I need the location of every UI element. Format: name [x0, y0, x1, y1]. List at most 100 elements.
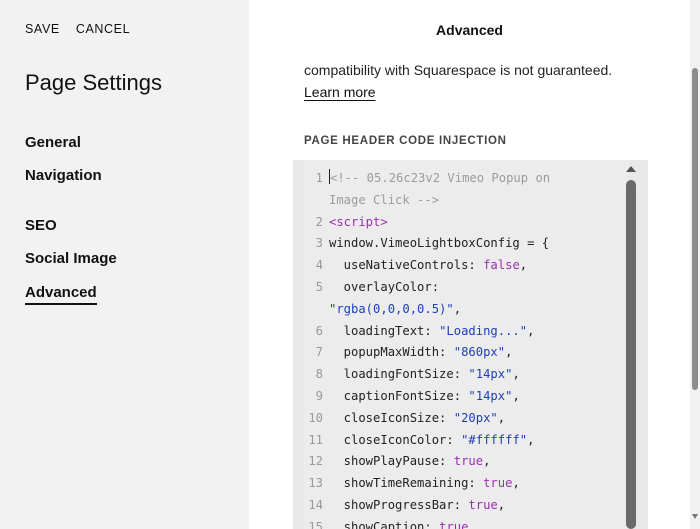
- save-button[interactable]: SAVE: [25, 22, 60, 36]
- line-content: loadingText: "Loading...",: [329, 321, 535, 343]
- line-content: showPlayPause: true,: [329, 451, 491, 473]
- compatibility-note: compatibility with Squarespace is not gu…: [304, 62, 613, 78]
- code-line: 5 overlayColor:: [304, 277, 550, 299]
- scroll-up-arrow-icon[interactable]: [626, 166, 636, 172]
- line-content: showProgressBar: true,: [329, 495, 505, 517]
- code-line: 1 <!-- 05.26c23v2 Vimeo Popup on: [304, 168, 550, 190]
- code-line: 6 loadingText: "Loading...",: [304, 321, 550, 343]
- line-content: "rgba(0,0,0,0.5)",: [329, 299, 461, 321]
- line-number: 4: [315, 258, 323, 273]
- page-scrollbar[interactable]: [690, 0, 700, 529]
- line-content: popupMaxWidth: "860px",: [329, 342, 513, 364]
- nav-item-social-image[interactable]: Social Image: [25, 250, 117, 267]
- nav-item-seo[interactable]: SEO: [25, 217, 57, 234]
- line-number: 2: [315, 214, 323, 229]
- code-token: ,: [519, 258, 528, 273]
- learn-more-link[interactable]: Learn more: [304, 84, 376, 100]
- page-scroll-thumb[interactable]: [692, 68, 698, 390]
- code-line: "rgba(0,0,0,0.5)",: [304, 299, 550, 321]
- code-token: true: [439, 519, 469, 529]
- line-number: 7: [315, 345, 323, 360]
- code-token: loadingText:: [329, 323, 440, 338]
- code-token: closeIconSize:: [329, 410, 454, 425]
- code-line: 2 <script>: [304, 212, 550, 234]
- nav-item-general[interactable]: General: [25, 134, 81, 151]
- code-injection-label: PAGE HEADER CODE INJECTION: [304, 135, 507, 147]
- code-token: true: [453, 454, 484, 469]
- code-token: "14px": [468, 367, 513, 382]
- code-token: closeIconColor:: [329, 432, 462, 447]
- code-line: 10 closeIconSize: "20px",: [304, 408, 550, 430]
- code-token: loadingFontSize:: [329, 367, 469, 382]
- line-number: 11: [308, 432, 323, 447]
- line-number: 13: [308, 476, 323, 491]
- code-lines: 1 <!-- 05.26c23v2 Vimeo Popup on Image Cli…: [304, 168, 550, 529]
- code-line: 9 captionFontSize: "14px",: [304, 386, 550, 408]
- code-token: ,: [512, 367, 520, 382]
- code-token: showCaption:: [329, 519, 440, 529]
- line-content: closeIconSize: "20px",: [329, 408, 505, 430]
- line-content: captionFontSize: "14px",: [329, 386, 520, 408]
- code-line: 13 showTimeRemaining: true,: [304, 473, 550, 495]
- code-line: 11 closeIconColor: "#ffffff",: [304, 430, 550, 452]
- code-token: <!-- 05.26c23v2 Vimeo Popup on: [330, 171, 551, 185]
- line-content: <script>: [329, 212, 388, 234]
- code-token: ,: [453, 301, 462, 316]
- code-editor-body[interactable]: 1 <!-- 05.26c23v2 Vimeo Popup on Image Cli…: [304, 160, 629, 529]
- code-line: 8 loadingFontSize: "14px",: [304, 364, 550, 386]
- code-token: Image Click -->: [329, 192, 440, 207]
- line-content: loadingFontSize: "14px",: [329, 364, 520, 386]
- nav-item-advanced[interactable]: Advanced: [25, 284, 97, 305]
- line-number: 6: [315, 323, 323, 338]
- code-token: showTimeRemaining:: [329, 476, 484, 491]
- code-line: Image Click -->: [304, 190, 550, 212]
- code-line: 3 window.VimeoLightboxConfig = {: [304, 233, 550, 255]
- code-token: ,: [505, 345, 513, 360]
- code-token: useNativeControls:: [329, 258, 484, 273]
- line-content: useNativeControls: false,: [329, 255, 527, 277]
- scroll-down-arrow-icon[interactable]: [692, 514, 698, 519]
- code-token: showProgressBar:: [329, 497, 469, 512]
- code-token: "14px": [468, 388, 513, 403]
- line-content: showTimeRemaining: true,: [329, 473, 520, 495]
- code-line: 15 showCaption: true: [304, 517, 550, 529]
- line-number: 15: [308, 519, 323, 529]
- code-token: ,: [512, 476, 520, 491]
- panel-title: Advanced: [436, 22, 503, 38]
- code-token: "20px": [453, 410, 498, 425]
- code-line: 7 popupMaxWidth: "860px",: [304, 342, 550, 364]
- code-line: 14 showProgressBar: true,: [304, 495, 550, 517]
- line-number: 14: [308, 497, 323, 512]
- code-token: ,: [527, 323, 535, 338]
- code-editor[interactable]: 1 <!-- 05.26c23v2 Vimeo Popup on Image Cli…: [293, 160, 648, 529]
- code-line: 4 useNativeControls: false,: [304, 255, 550, 277]
- line-content: overlayColor:: [329, 277, 439, 299]
- code-token: true: [483, 476, 513, 491]
- editor-scroll-thumb[interactable]: [626, 180, 636, 529]
- line-content: Image Click -->: [329, 190, 439, 212]
- code-token: window.VimeoLightboxConfig = {: [329, 236, 550, 251]
- line-number: 12: [308, 454, 323, 469]
- code-token: ,: [497, 497, 506, 512]
- line-content: closeIconColor: "#ffffff",: [329, 430, 535, 452]
- code-line: 12 showPlayPause: true,: [304, 451, 550, 473]
- code-token: ,: [497, 410, 506, 425]
- line-content: window.VimeoLightboxConfig = {: [329, 233, 549, 255]
- code-token: popupMaxWidth:: [329, 345, 454, 360]
- editor-scrollbar[interactable]: [626, 160, 636, 529]
- line-content: <!-- 05.26c23v2 Vimeo Popup on: [329, 168, 550, 190]
- nav-item-navigation[interactable]: Navigation: [25, 167, 102, 184]
- code-token: captionFontSize:: [329, 388, 469, 403]
- line-number: 9: [315, 388, 323, 403]
- top-actions: SAVE CANCEL: [25, 22, 130, 36]
- cancel-button[interactable]: CANCEL: [76, 22, 130, 36]
- page-settings-title: Page Settings: [25, 70, 162, 95]
- line-number: 8: [315, 367, 323, 382]
- code-token: ,: [512, 388, 520, 403]
- line-number: 5: [315, 279, 323, 294]
- code-token: "Loading...": [439, 323, 528, 338]
- advanced-panel: Advanced compatibility with Squarespace …: [249, 0, 690, 529]
- code-token: "rgba(0,0,0,0.5)": [329, 301, 454, 316]
- code-token: overlayColor:: [329, 279, 440, 294]
- line-number: 1: [315, 171, 323, 185]
